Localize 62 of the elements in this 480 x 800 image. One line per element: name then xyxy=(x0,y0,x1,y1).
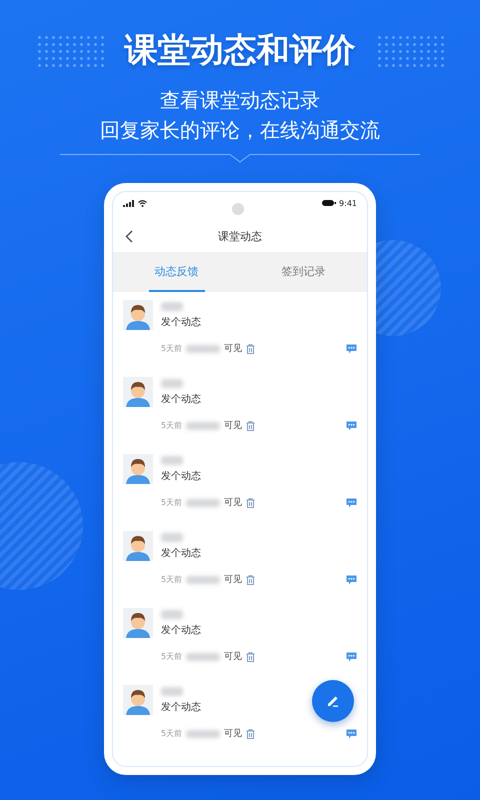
post-time: 5天前 xyxy=(161,728,182,739)
pencil-icon xyxy=(326,694,340,708)
post-text: 发个动态 xyxy=(161,316,202,330)
trash-icon[interactable] xyxy=(246,344,256,354)
post-text: 发个动态 xyxy=(161,624,202,638)
tab[interactable]: 签到记录 xyxy=(276,252,332,292)
avatar xyxy=(123,531,153,561)
blurred-name xyxy=(161,533,183,542)
avatar xyxy=(123,608,153,638)
headline: 课堂动态和评价 xyxy=(124,29,356,71)
comment-icon[interactable] xyxy=(346,652,357,662)
blurred-name xyxy=(161,687,183,696)
back-icon[interactable] xyxy=(125,230,133,242)
trash-icon[interactable] xyxy=(246,498,256,508)
blurred-name xyxy=(161,456,183,465)
post-text: 发个动态 xyxy=(161,701,202,715)
visibility-label: 可见 xyxy=(224,728,242,740)
visibility-label: 可见 xyxy=(224,496,242,509)
comment-icon[interactable] xyxy=(346,344,357,354)
blurred-class xyxy=(186,344,220,352)
comment-icon[interactable] xyxy=(346,728,357,738)
camera-dot xyxy=(232,203,244,215)
post-text: 发个动态 xyxy=(161,547,202,561)
battery-icon xyxy=(322,200,336,206)
nav-title: 课堂动态 xyxy=(218,228,262,244)
comment-icon[interactable] xyxy=(346,498,357,508)
subtitle: 回复家长的评论，在线沟通交流 xyxy=(100,117,380,144)
avatar xyxy=(123,377,153,407)
trash-icon[interactable] xyxy=(246,420,256,430)
blurred-class xyxy=(186,498,220,506)
tab[interactable]: 动态反馈 xyxy=(148,252,204,292)
comment-icon[interactable] xyxy=(346,574,357,584)
visibility-label: 可见 xyxy=(224,420,242,432)
subtitle: 查看课堂动态记录 xyxy=(160,87,320,114)
post-time: 5天前 xyxy=(161,651,182,662)
blurred-class xyxy=(186,730,220,738)
post-time: 5天前 xyxy=(161,574,182,585)
status-time: 9:41 xyxy=(339,198,357,208)
comment-icon[interactable] xyxy=(346,420,357,430)
wifi-icon xyxy=(138,200,147,206)
post-time: 5天前 xyxy=(161,343,182,354)
post-text: 发个动态 xyxy=(161,470,202,484)
blurred-name xyxy=(161,302,183,311)
post-text: 发个动态 xyxy=(161,393,202,407)
visibility-label: 可见 xyxy=(224,342,242,355)
visibility-label: 可见 xyxy=(224,574,242,586)
blurred-name xyxy=(161,610,183,619)
post-time: 5天前 xyxy=(161,420,182,431)
compose-button[interactable] xyxy=(312,680,354,722)
blurred-name xyxy=(161,379,183,388)
blurred-class xyxy=(186,422,220,430)
trash-icon[interactable] xyxy=(246,574,256,584)
signal-icon xyxy=(123,200,135,206)
blurred-class xyxy=(186,652,220,660)
avatar xyxy=(123,300,153,330)
post-time: 5天前 xyxy=(161,497,182,508)
visibility-label: 可见 xyxy=(224,650,242,663)
avatar xyxy=(123,685,153,715)
trash-icon[interactable] xyxy=(246,652,256,662)
blurred-class xyxy=(186,576,220,584)
avatar xyxy=(123,454,153,484)
trash-icon[interactable] xyxy=(246,728,256,738)
